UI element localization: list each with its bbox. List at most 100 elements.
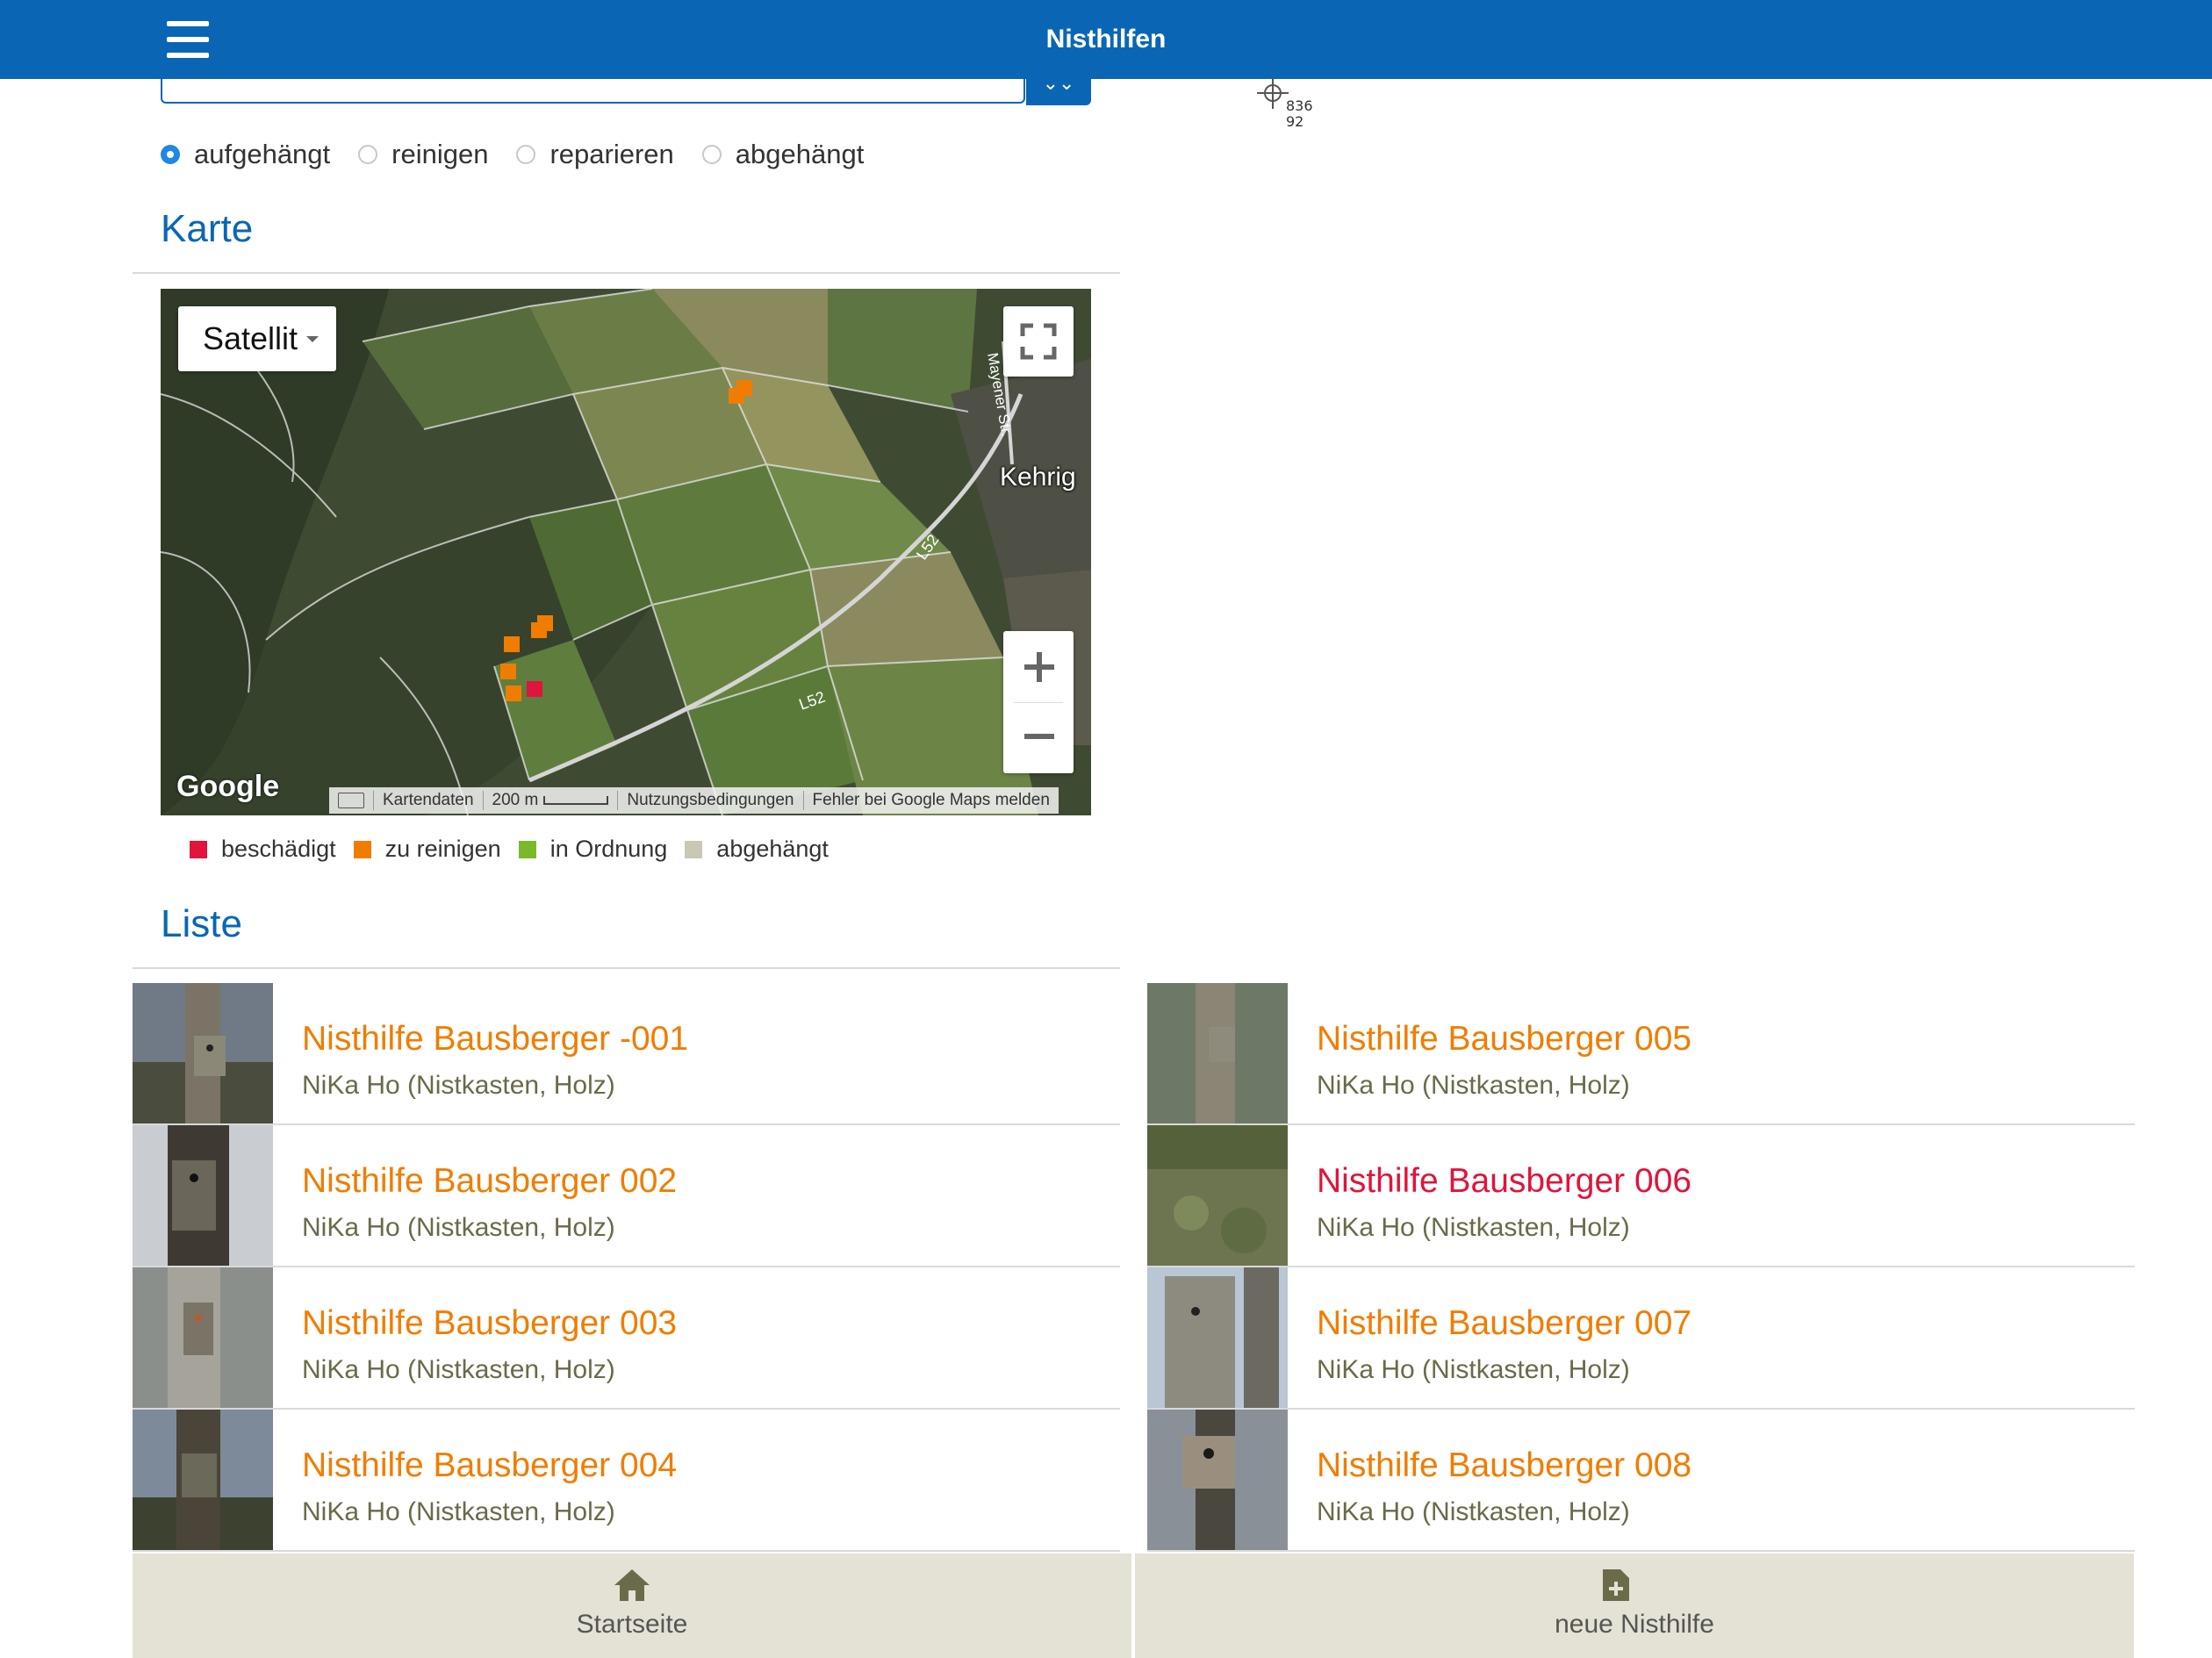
item-title: Nisthilfe Bausberger 003	[302, 1304, 678, 1342]
search-input[interactable]	[161, 79, 1025, 104]
item-title: Nisthilfe Bausberger 007	[1317, 1304, 1692, 1342]
scale-indicator[interactable]: 200 m	[482, 791, 618, 810]
divider	[133, 272, 1120, 274]
map-section-title: Karte	[161, 207, 254, 250]
legend-label: beschädigt	[221, 836, 336, 862]
cursor-coordinates: 836 92	[1286, 98, 1313, 130]
list-item[interactable]: Nisthilfe Bausberger 007 NiKa Ho (Nistka…	[1147, 1267, 2135, 1410]
map-marker[interactable]	[504, 636, 520, 652]
list-item[interactable]: Nisthilfe Bausberger 005 NiKa Ho (Nistka…	[1147, 983, 2135, 1125]
fullscreen-button[interactable]	[1003, 306, 1074, 377]
radio-dot	[516, 145, 536, 164]
plus-icon-stem	[1037, 652, 1042, 682]
list-item[interactable]: Nisthilfe Bausberger 006 NiKa Ho (Nistka…	[1147, 1125, 2135, 1267]
map-marker[interactable]	[506, 685, 521, 701]
keyboard-icon	[338, 792, 364, 808]
cursor-y: 92	[1286, 113, 1304, 130]
item-title: Nisthilfe Bausberger 008	[1317, 1446, 1692, 1484]
item-subtitle: NiKa Ho (Nistkasten, Holz)	[1317, 1213, 1630, 1242]
legend-item: in Ordnung	[518, 836, 668, 863]
new-nisthilfe-button[interactable]: neue Nisthilfe	[1135, 1554, 2134, 1658]
radio-dot	[358, 145, 378, 164]
item-subtitle: NiKa Ho (Nistkasten, Holz)	[302, 1213, 615, 1242]
home-icon	[614, 1569, 650, 1601]
list-item[interactable]: Nisthilfe Bausberger 003 NiKa Ho (Nistka…	[133, 1267, 1120, 1410]
legend-swatch	[353, 840, 371, 858]
keyboard-shortcuts-button[interactable]	[329, 791, 373, 810]
chevron-down-icon	[306, 335, 320, 342]
map[interactable]: L52 L52 Mayener Str. Satellit Kehrig Goo…	[161, 289, 1091, 815]
nistkasten-photo	[1147, 1267, 1288, 1408]
map-marker[interactable]	[527, 681, 542, 697]
radio-label: abgehängt	[735, 139, 865, 169]
new-nisthilfe-label: neue Nisthilfe	[1555, 1610, 1714, 1639]
zoom-out-button[interactable]	[1003, 702, 1074, 773]
map-marker[interactable]	[500, 664, 516, 679]
radio-label: reparieren	[549, 139, 674, 169]
radio-label: aufgehängt	[194, 139, 331, 169]
list-item[interactable]: Nisthilfe Bausberger 002 NiKa Ho (Nistka…	[133, 1125, 1120, 1267]
cursor-x: 836	[1286, 97, 1313, 114]
radio-label: reinigen	[391, 139, 489, 169]
map-data-link[interactable]: Kartendaten	[373, 791, 483, 810]
radio-reparieren[interactable]: reparieren	[516, 139, 674, 170]
radio-dot	[701, 145, 722, 164]
legend-label: zu reinigen	[384, 836, 501, 862]
item-subtitle: NiKa Ho (Nistkasten, Holz)	[302, 1497, 615, 1526]
map-marker[interactable]	[531, 622, 547, 638]
fullscreen-icon	[1020, 323, 1057, 360]
nistkasten-photo	[133, 1410, 273, 1550]
item-subtitle: NiKa Ho (Nistkasten, Holz)	[302, 1355, 615, 1384]
radio-dot	[161, 145, 180, 164]
zoom-in-button[interactable]	[1003, 631, 1074, 702]
map-type-dropdown[interactable]: Satellit	[178, 306, 336, 371]
legend-item: zu reinigen	[353, 836, 501, 863]
legend-swatch	[190, 840, 207, 858]
report-error-link[interactable]: Fehler bei Google Maps melden	[802, 791, 1059, 810]
item-subtitle: NiKa Ho (Nistkasten, Holz)	[1317, 1071, 1630, 1100]
terms-link[interactable]: Nutzungsbedingungen	[617, 791, 802, 810]
place-label: Kehrig	[1000, 463, 1076, 492]
top-bar: Nisthilfen	[0, 0, 2212, 79]
item-title: Nisthilfe Bausberger 006	[1317, 1162, 1692, 1200]
search-button[interactable]: ⌄⌄	[1026, 74, 1091, 105]
item-subtitle: NiKa Ho (Nistkasten, Holz)	[1317, 1497, 1630, 1526]
home-button[interactable]: Startseite	[133, 1554, 1131, 1658]
nistkasten-photo	[133, 983, 273, 1123]
list-item[interactable]: Nisthilfe Bausberger -001 NiKa Ho (Nistk…	[133, 983, 1120, 1125]
minus-icon	[1024, 734, 1054, 739]
item-title: Nisthilfe Bausberger 004	[302, 1446, 678, 1484]
legend-swatch	[685, 840, 703, 858]
legend-item: abgehängt	[685, 836, 829, 863]
item-subtitle: NiKa Ho (Nistkasten, Holz)	[1317, 1355, 1630, 1384]
radio-reinigen[interactable]: reinigen	[358, 139, 488, 170]
divider	[133, 967, 1120, 969]
map-attribution: Kartendaten 200 m Nutzungsbedingungen Fe…	[329, 787, 1059, 814]
item-title: Nisthilfe Bausberger -001	[302, 1020, 689, 1058]
map-type-label: Satellit	[203, 320, 298, 356]
nistkasten-photo	[1147, 1410, 1288, 1550]
legend-swatch	[518, 840, 536, 858]
legend-label: in Ordnung	[549, 836, 668, 862]
nistkasten-photo	[1147, 1125, 1288, 1266]
home-label: Startseite	[576, 1610, 688, 1639]
scale-bar	[543, 795, 609, 805]
add-file-icon	[1603, 1569, 1629, 1601]
map-marker[interactable]	[736, 380, 752, 396]
item-subtitle: NiKa Ho (Nistkasten, Holz)	[302, 1071, 615, 1100]
list-item[interactable]: Nisthilfe Bausberger 008 NiKa Ho (Nistka…	[1147, 1410, 2135, 1552]
page-title: Nisthilfen	[1045, 25, 1167, 54]
item-title: Nisthilfe Bausberger 002	[302, 1162, 678, 1200]
nistkasten-photo	[133, 1267, 273, 1408]
list-section-title: Liste	[161, 902, 242, 945]
google-logo: Google	[176, 770, 280, 803]
radio-aufgehaengt[interactable]: aufgehängt	[161, 139, 330, 170]
legend-label: abgehängt	[716, 836, 829, 862]
zoom-control	[1003, 631, 1074, 773]
crosshair-cursor-icon	[1257, 77, 1289, 109]
item-title: Nisthilfe Bausberger 005	[1317, 1020, 1692, 1058]
radio-abgehaengt[interactable]: abgehängt	[701, 139, 865, 170]
nistkasten-photo	[1147, 983, 1288, 1123]
list-item[interactable]: Nisthilfe Bausberger 004 NiKa Ho (Nistka…	[133, 1410, 1120, 1552]
nistkasten-photo	[133, 1125, 273, 1266]
